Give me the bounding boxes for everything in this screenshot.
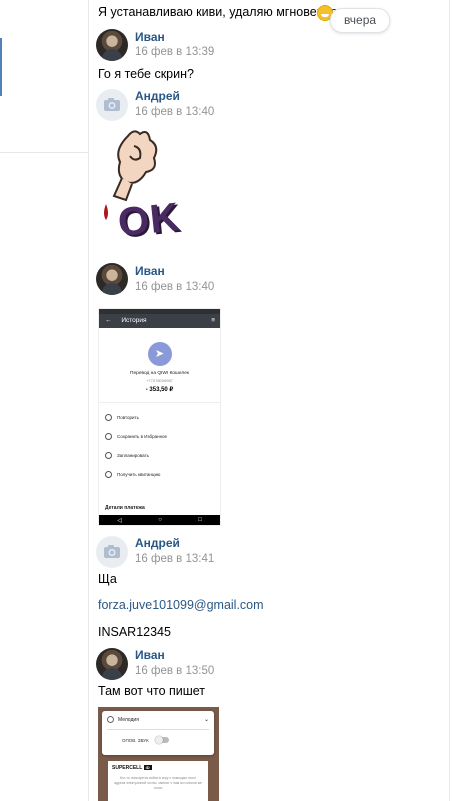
android-nav-bar: ◁ ○ □: [99, 515, 220, 525]
payment-phone: +77078009987: [146, 378, 173, 383]
message-time[interactable]: 16 фев в 13:39: [135, 46, 214, 58]
ok-hand-sticker[interactable]: OK: [98, 126, 182, 248]
avatar[interactable]: [96, 89, 128, 121]
author-name[interactable]: Андрей: [135, 89, 180, 103]
repeat-icon: [105, 414, 112, 421]
message-text: Ща: [98, 572, 117, 586]
sticker-text: OK: [115, 194, 183, 246]
avatar[interactable]: [96, 29, 128, 61]
photo-attachment[interactable]: ← История ≡ ➤ Перевод на QIWI Кошелек +7…: [98, 308, 221, 526]
schedule-action: Запланировать: [99, 446, 220, 465]
screenshot-header: ← История ≡: [99, 314, 220, 328]
payment-amount: - 353,50 ₽: [145, 387, 174, 393]
author-name[interactable]: Иван: [135, 648, 165, 662]
payment-details-footer: Детали платежа: [105, 505, 145, 511]
receipt-icon: [105, 471, 112, 478]
message-time[interactable]: 16 фев в 13:50: [135, 665, 214, 677]
photo-attachment[interactable]: Мелодия ⌄ ОПОВ. ЗВУК SUPERCELL ID Кто-то…: [98, 707, 219, 801]
message-time[interactable]: 16 фев в 13:41: [135, 553, 214, 565]
message-text: Там вот что пишет: [98, 684, 206, 698]
author-name[interactable]: Андрей: [135, 536, 180, 550]
clock-icon: [105, 452, 112, 459]
chevron-down-icon: ⌄: [203, 717, 209, 723]
author-name[interactable]: Иван: [135, 264, 165, 278]
email-link[interactable]: forza.juve101099@gmail.com: [98, 598, 264, 612]
active-dialog-indicator: [0, 38, 2, 96]
camera-icon: [104, 545, 120, 558]
message-text: INSAR12345: [98, 625, 171, 639]
settings-popup: Мелодия ⌄ ОПОВ. ЗВУК: [102, 711, 214, 755]
right-panel-border: [449, 0, 450, 801]
repeat-action: Повторить: [99, 408, 220, 427]
dialog-list-separator: [0, 152, 88, 153]
star-icon: [105, 433, 112, 440]
message-history[interactable]: Я устанавливаю киви, удаляю мгновенно вч…: [89, 0, 449, 801]
message-text: Я устанавливаю киви, удаляю мгновенно: [98, 5, 338, 19]
message-time[interactable]: 16 фев в 13:40: [135, 106, 214, 118]
receipt-action: Получить квитанцию: [99, 465, 220, 484]
message-time[interactable]: 16 фев в 13:40: [135, 281, 214, 293]
settings-icon: [107, 716, 114, 723]
message-text: Го я тебе скрин?: [98, 67, 194, 81]
avatar[interactable]: [96, 536, 128, 568]
payment-actions: Повторить Сохранить в Избранное Запланир…: [99, 408, 220, 484]
filter-icon: ≡: [211, 317, 215, 324]
avatar[interactable]: [96, 263, 128, 295]
avatar[interactable]: [96, 648, 128, 680]
favorite-action: Сохранить в Избранное: [99, 427, 220, 446]
supercell-panel: SUPERCELL ID Кто-то пользуется войти в и…: [108, 761, 208, 801]
toggle-icon: [154, 736, 169, 744]
left-navigation-panel: [0, 0, 88, 801]
camera-icon: [104, 98, 120, 111]
date-divider-pill: вчера: [330, 8, 390, 33]
back-arrow-icon: ←: [105, 317, 112, 324]
send-icon: ➤: [147, 342, 172, 366]
author-name[interactable]: Иван: [135, 30, 165, 44]
payment-title: Перевод на QIWI Кошелек: [130, 371, 189, 376]
payment-summary: ➤ Перевод на QIWI Кошелек +77078009987 -…: [99, 328, 220, 393]
